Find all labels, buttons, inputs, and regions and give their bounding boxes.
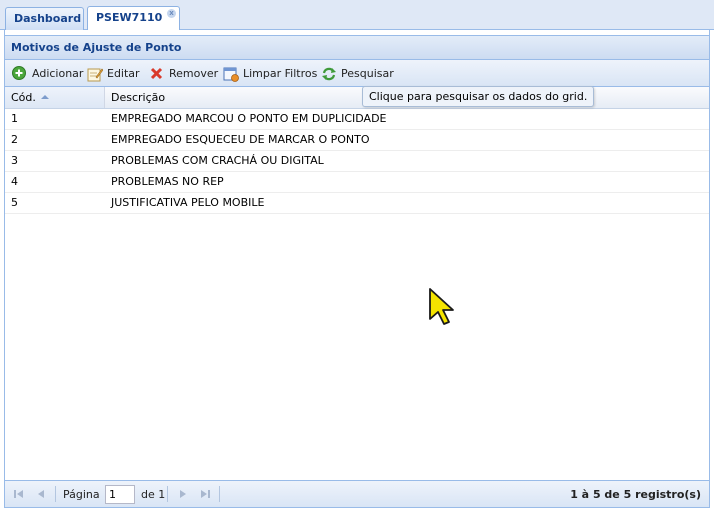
- red-x-icon: [150, 67, 163, 80]
- next-page-icon[interactable]: [177, 488, 189, 500]
- add-circle-icon: [12, 66, 26, 80]
- edit-pencil-icon: [87, 68, 103, 82]
- close-icon[interactable]: x: [167, 9, 176, 18]
- cell-code: 3: [11, 154, 18, 167]
- separator: [55, 486, 56, 502]
- paging-toolbar: Página de 1 1 à 5 de 5 registro(s): [5, 480, 709, 507]
- cell-description: PROBLEMAS COM CRACHÁ OU DIGITAL: [111, 154, 324, 167]
- table-row[interactable]: 5 JUSTIFICATIVA PELO MOBILE: [5, 193, 709, 214]
- cell-description: JUSTIFICATIVA PELO MOBILE: [111, 196, 265, 209]
- grid-header: Cód. Descrição: [5, 87, 709, 109]
- cell-code: 4: [11, 175, 18, 188]
- edit-button-label: Editar: [107, 67, 140, 80]
- tab-psew7110-label: PSEW7110: [96, 11, 163, 24]
- cell-description: EMPREGADO MARCOU O PONTO EM DUPLICIDADE: [111, 112, 387, 125]
- clear-filters-button[interactable]: Limpar Filtros: [223, 65, 317, 82]
- tab-dashboard-label: Dashboard: [14, 12, 82, 25]
- tab-strip: Dashboard PSEW7110 x: [0, 0, 714, 30]
- cell-code: 1: [11, 112, 18, 125]
- add-button-label: Adicionar: [32, 67, 84, 80]
- separator: [219, 486, 220, 502]
- mouse-cursor-icon: [429, 288, 454, 325]
- clear-filters-button-label: Limpar Filtros: [243, 67, 318, 80]
- refresh-arrows-icon: [322, 67, 336, 81]
- tab-psew7110[interactable]: PSEW7110 x: [87, 6, 180, 30]
- column-header-code-label: Cód.: [11, 91, 36, 104]
- table-row[interactable]: 4 PROBLEMAS NO REP: [5, 172, 709, 193]
- remove-button[interactable]: Remover: [149, 65, 218, 82]
- page-number-input[interactable]: [105, 485, 135, 504]
- panel-title: Motivos de Ajuste de Ponto: [5, 35, 709, 60]
- cell-code: 5: [11, 196, 18, 209]
- previous-page-icon[interactable]: [35, 488, 47, 500]
- cell-code: 2: [11, 133, 18, 146]
- first-page-icon[interactable]: [13, 488, 25, 500]
- separator: [167, 486, 168, 502]
- page-label: Página: [63, 488, 100, 501]
- search-button-label: Pesquisar: [341, 67, 394, 80]
- clear-filter-icon: [223, 67, 239, 82]
- toolbar: Adicionar Editar Remover Limpar Filtros …: [5, 60, 709, 87]
- page-total-label: de 1: [141, 488, 166, 501]
- search-tooltip: Clique para pesquisar os dados do grid.: [362, 86, 595, 107]
- add-button[interactable]: Adicionar: [12, 65, 83, 82]
- grid-body: 1 EMPREGADO MARCOU O PONTO EM DUPLICIDAD…: [5, 109, 709, 214]
- last-page-icon[interactable]: [199, 488, 211, 500]
- tab-dashboard[interactable]: Dashboard: [5, 7, 84, 30]
- cell-description: EMPREGADO ESQUECEU DE MARCAR O PONTO: [111, 133, 370, 146]
- column-header-code[interactable]: Cód.: [5, 87, 105, 108]
- remove-button-label: Remover: [169, 67, 219, 80]
- sort-ascending-icon: [40, 95, 49, 99]
- record-count: 1 à 5 de 5 registro(s): [570, 488, 701, 501]
- edit-button[interactable]: Editar: [87, 65, 140, 82]
- table-row[interactable]: 1 EMPREGADO MARCOU O PONTO EM DUPLICIDAD…: [5, 109, 709, 130]
- column-header-description-label: Descrição: [111, 91, 166, 104]
- search-button[interactable]: Pesquisar: [321, 65, 394, 82]
- table-row[interactable]: 2 EMPREGADO ESQUECEU DE MARCAR O PONTO: [5, 130, 709, 151]
- grid-panel: Motivos de Ajuste de Ponto Adicionar Edi…: [4, 30, 710, 508]
- table-row[interactable]: 3 PROBLEMAS COM CRACHÁ OU DIGITAL: [5, 151, 709, 172]
- cell-description: PROBLEMAS NO REP: [111, 175, 224, 188]
